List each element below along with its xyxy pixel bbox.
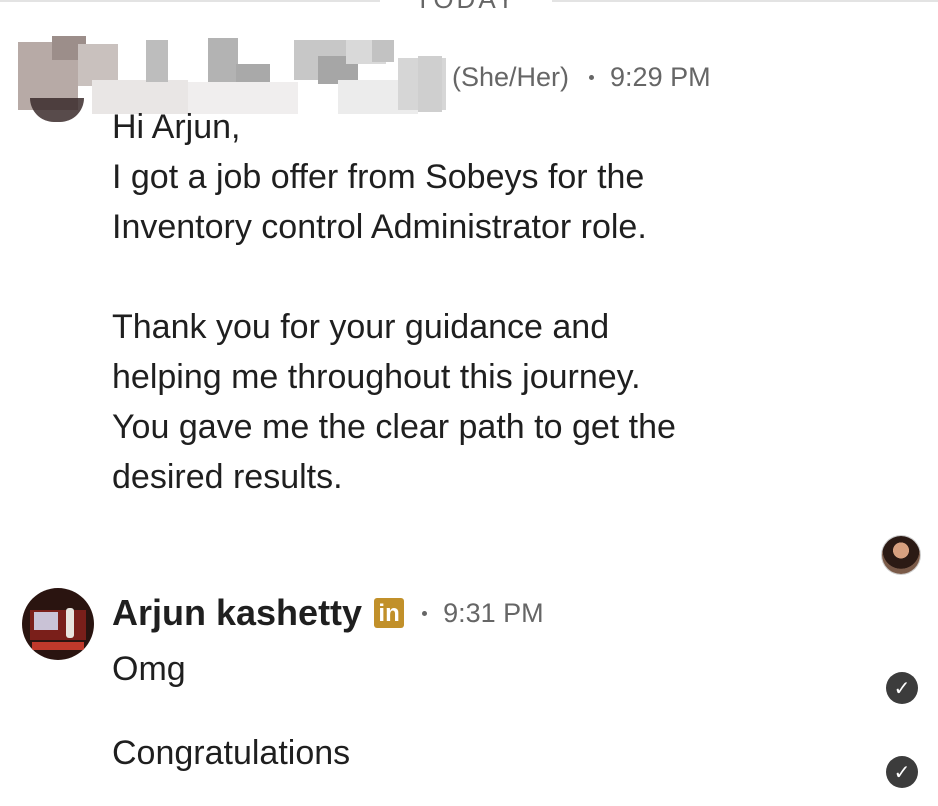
message-time: 9:31 PM xyxy=(443,597,544,628)
linkedin-icon: in xyxy=(374,598,405,628)
sender-avatar-partial[interactable] xyxy=(30,98,84,122)
message-time: 9:29 PM xyxy=(610,62,711,92)
message-line: Inventory control Administrator role. xyxy=(112,208,647,246)
message-line: Hi Arjun, xyxy=(112,108,241,146)
separator-dot xyxy=(422,610,428,616)
check-circle-icon: ✓ xyxy=(886,672,918,704)
avatar-banner xyxy=(32,642,84,650)
reply-message: Omg xyxy=(112,650,186,688)
day-divider-label: TODAY xyxy=(380,0,552,15)
sender-avatar[interactable] xyxy=(22,588,94,660)
read-receipt-avatar xyxy=(882,536,920,574)
avatar-person xyxy=(66,608,74,638)
message-header: Arjun kashetty in 9:31 PM xyxy=(112,592,544,634)
sender-name[interactable]: Arjun kashetty xyxy=(112,592,362,634)
separator-dot xyxy=(589,75,595,80)
message-line: You gave me the clear path to get the xyxy=(112,408,676,446)
message-line: helping me throughout this journey. xyxy=(112,358,641,396)
reply-message: Congratulations xyxy=(112,734,351,772)
message-line: I got a job offer from Sobeys for the xyxy=(112,158,645,196)
avatar-screen xyxy=(34,612,58,630)
message-header: (She/Her) 9:29 PM xyxy=(452,62,711,93)
message-line: Thank you for your guidance and xyxy=(112,308,610,346)
message-body: Hi Arjun, I got a job offer from Sobeys … xyxy=(112,102,892,502)
day-divider-line-left xyxy=(0,0,380,2)
check-circle-icon: ✓ xyxy=(886,756,918,788)
day-divider-line-right xyxy=(552,0,938,2)
sender-pronouns: (She/Her) xyxy=(452,62,570,92)
message-line: desired results. xyxy=(112,458,343,496)
